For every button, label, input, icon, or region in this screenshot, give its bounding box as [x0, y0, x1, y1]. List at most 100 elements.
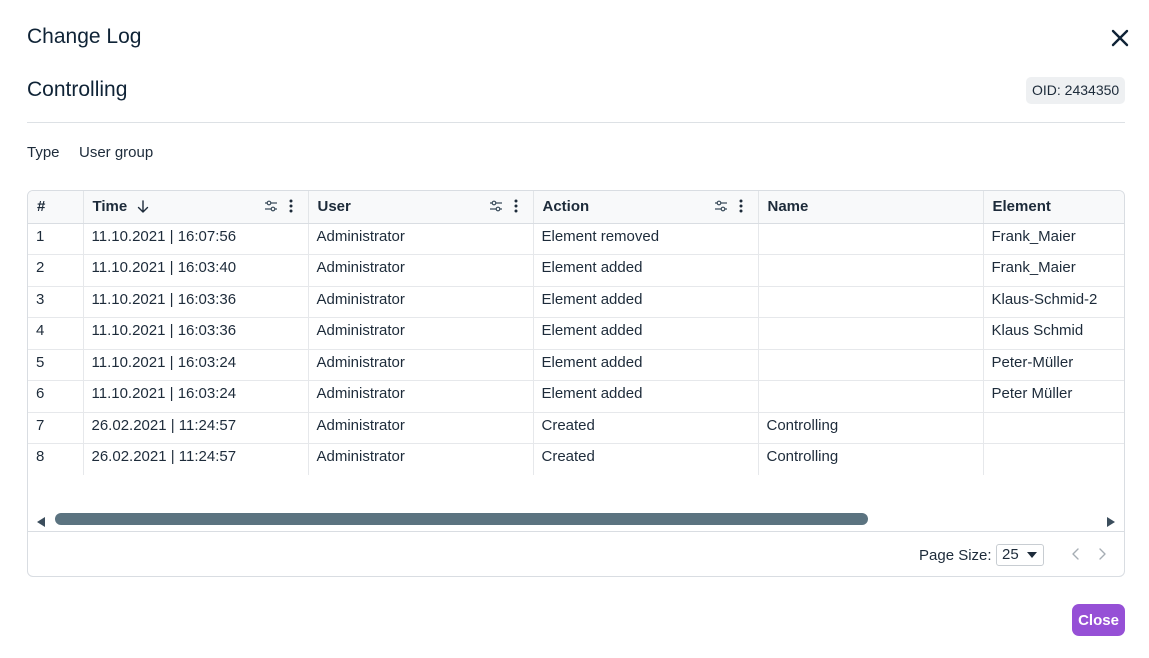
table-row[interactable]: 1 11.10.2021 | 16:07:56 Administrator El…: [28, 223, 1124, 255]
cell-element: [983, 412, 1124, 444]
triangle-left-icon[interactable]: [36, 514, 46, 527]
change-log-dialog: Change Log Controlling OID: 2434350 Type…: [0, 0, 1149, 658]
table-row[interactable]: 3 11.10.2021 | 16:03:36 Administrator El…: [28, 286, 1124, 318]
sliders-icon[interactable]: [714, 199, 728, 213]
dialog-title: Change Log: [27, 25, 142, 48]
change-log-table: # Time User Action Name Element 1 11.10.…: [28, 191, 1124, 475]
cell-element: Klaus Schmid: [983, 317, 1124, 350]
cell-number: 3: [28, 286, 84, 318]
cell-user: Administrator: [308, 380, 534, 413]
cell-time: 11.10.2021 | 16:03:24: [83, 349, 309, 381]
column-header-name[interactable]: Name: [758, 191, 984, 224]
cell-user: Administrator: [308, 286, 534, 318]
cell-action: Element added: [533, 349, 759, 381]
cell-action: Element removed: [533, 223, 759, 255]
cell-user: Administrator: [308, 443, 534, 475]
grid-viewport: # Time User Action Name Element 1 11.10.…: [28, 191, 1124, 475]
close-icon[interactable]: [1108, 26, 1132, 50]
scrollbar-thumb[interactable]: [55, 513, 868, 525]
column-header-label: User: [317, 198, 351, 216]
cell-action: Element added: [533, 286, 759, 318]
close-button[interactable]: Close: [1072, 604, 1125, 636]
column-header-time[interactable]: Time: [83, 191, 309, 224]
table-body: 1 11.10.2021 | 16:07:56 Administrator El…: [28, 223, 1124, 475]
caret-down-icon: [1027, 552, 1037, 558]
cell-time: 11.10.2021 | 16:03:24: [83, 380, 309, 413]
cell-time: 11.10.2021 | 16:03:36: [83, 286, 309, 318]
cell-name: Controlling: [758, 443, 984, 475]
table-row[interactable]: 5 11.10.2021 | 16:03:24 Administrator El…: [28, 349, 1124, 381]
cell-user: Administrator: [308, 349, 534, 381]
object-name: Controlling: [27, 78, 128, 101]
column-header-label: Element: [992, 198, 1051, 216]
cell-number: 7: [28, 412, 84, 444]
cell-time: 26.02.2021 | 11:24:57: [83, 443, 309, 475]
cell-name: Controlling: [758, 412, 984, 444]
table-row[interactable]: 2 11.10.2021 | 16:03:40 Administrator El…: [28, 254, 1124, 287]
cell-name: [758, 317, 984, 350]
change-log-grid: # Time User Action Name Element 1 11.10.…: [27, 190, 1125, 577]
page-size-value: 25: [1002, 546, 1019, 563]
cell-number: 5: [28, 349, 84, 381]
cell-number: 8: [28, 443, 84, 475]
oid-badge: OID: 2434350: [1026, 77, 1126, 104]
cell-name: [758, 223, 984, 255]
kebab-menu-icon[interactable]: [509, 199, 523, 213]
cell-number: 6: [28, 380, 84, 413]
table-row[interactable]: 8 26.02.2021 | 11:24:57 Administrator Cr…: [28, 443, 1124, 475]
chevron-left-icon[interactable]: [1070, 546, 1082, 562]
cell-name: [758, 380, 984, 413]
cell-time: 26.02.2021 | 11:24:57: [83, 412, 309, 444]
cell-action: Created: [533, 443, 759, 475]
column-header-action[interactable]: Action: [533, 191, 759, 224]
divider: [27, 122, 1125, 123]
cell-element: [983, 443, 1124, 475]
cell-time: 11.10.2021 | 16:03:40: [83, 254, 309, 287]
cell-element: Frank_Maier: [983, 223, 1124, 255]
cell-time: 11.10.2021 | 16:03:36: [83, 317, 309, 350]
cell-time: 11.10.2021 | 16:07:56: [83, 223, 309, 255]
cell-action: Created: [533, 412, 759, 444]
cell-number: 2: [28, 254, 84, 287]
cell-element: Peter Müller: [983, 380, 1124, 413]
sliders-icon[interactable]: [264, 199, 278, 213]
horizontal-scrollbar[interactable]: [28, 507, 1124, 531]
cell-element: Frank_Maier: [983, 254, 1124, 287]
kebab-menu-icon[interactable]: [734, 199, 748, 213]
cell-name: [758, 254, 984, 287]
cell-user: Administrator: [308, 412, 534, 444]
column-header-label: #: [37, 198, 46, 216]
type-label: Type: [27, 144, 60, 161]
table-row[interactable]: 7 26.02.2021 | 11:24:57 Administrator Cr…: [28, 412, 1124, 444]
cell-user: Administrator: [308, 254, 534, 287]
cell-number: 4: [28, 317, 84, 350]
column-header-number[interactable]: #: [28, 191, 84, 224]
page-size-select[interactable]: 25: [996, 544, 1044, 566]
cell-number: 1: [28, 223, 84, 255]
cell-action: Element added: [533, 254, 759, 287]
header-row: # Time User Action Name Element: [28, 191, 1124, 224]
column-header-label: Action: [542, 198, 590, 216]
chevron-right-icon[interactable]: [1096, 546, 1108, 562]
cell-action: Element added: [533, 380, 759, 413]
triangle-right-icon[interactable]: [1106, 514, 1116, 527]
kebab-menu-icon[interactable]: [284, 199, 298, 213]
table-row[interactable]: 4 11.10.2021 | 16:03:36 Administrator El…: [28, 317, 1124, 350]
cell-user: Administrator: [308, 223, 534, 255]
arrow-down-icon[interactable]: [136, 200, 150, 214]
cell-name: [758, 286, 984, 318]
table-row[interactable]: 6 11.10.2021 | 16:03:24 Administrator El…: [28, 380, 1124, 413]
page-size-label: Page Size:: [919, 547, 992, 564]
column-header-user[interactable]: User: [308, 191, 534, 224]
pagination-bar: Page Size: 25: [28, 531, 1124, 576]
cell-element: Klaus-Schmid-2: [983, 286, 1124, 318]
cell-user: Administrator: [308, 317, 534, 350]
cell-element: Peter-Müller: [983, 349, 1124, 381]
column-header-label: Time: [92, 198, 128, 216]
column-header-label: Name: [767, 198, 809, 216]
type-value: User group: [79, 144, 154, 161]
sliders-icon[interactable]: [489, 199, 503, 213]
cell-action: Element added: [533, 317, 759, 350]
column-header-element[interactable]: Element: [983, 191, 1124, 224]
cell-name: [758, 349, 984, 381]
